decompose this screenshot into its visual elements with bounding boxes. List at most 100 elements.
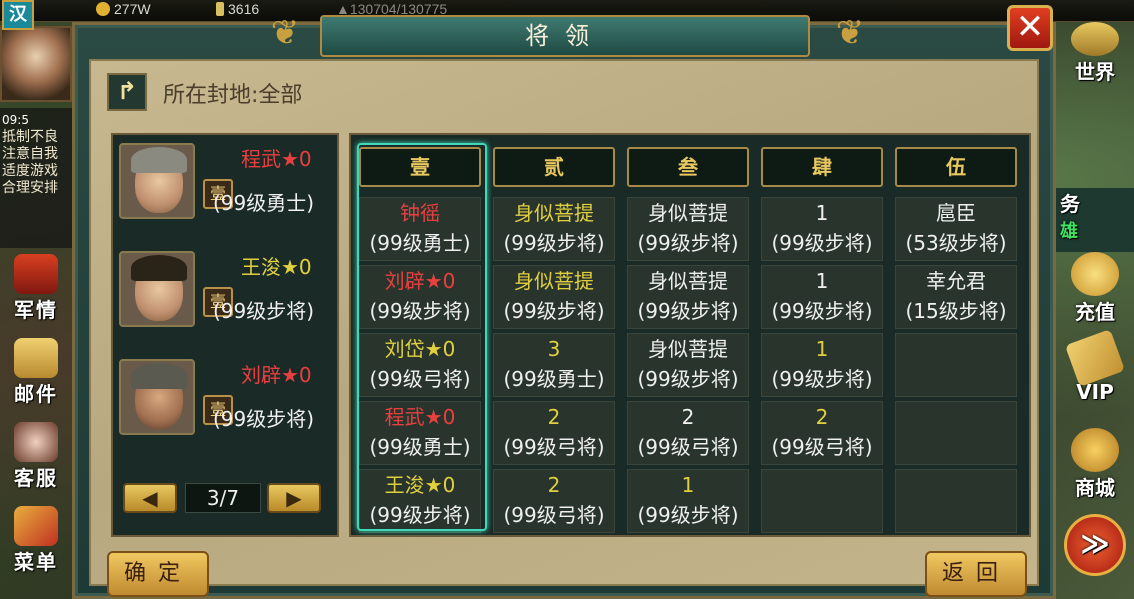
formation-cell[interactable]: 程武★0 (99级勇士) xyxy=(359,401,481,465)
turn-back-button[interactable]: ↱ xyxy=(107,73,147,111)
turn-back-icon: ↱ xyxy=(116,77,138,105)
formation-cell[interactable]: 身似菩提 (99级步将) xyxy=(493,265,615,329)
column-header-1[interactable]: 壹 xyxy=(359,147,481,187)
general-list-item[interactable]: 壹 程武★0 (99级勇士) xyxy=(113,139,337,245)
military-intel-label: 军情 xyxy=(14,298,58,322)
formation-cell[interactable] xyxy=(761,469,883,533)
mail-label: 邮件 xyxy=(14,382,58,406)
prev-arrow-icon: ◀ xyxy=(142,486,158,510)
task-panel[interactable]: 务 雄 xyxy=(1056,188,1134,252)
formation-cell[interactable]: 扈臣 (53级步将) xyxy=(895,197,1017,261)
cell-general-name: 1 xyxy=(681,473,695,497)
formation-cell[interactable]: 身似菩提 (99级步将) xyxy=(627,265,749,329)
support-button[interactable]: 客服 xyxy=(0,416,72,494)
vip-button[interactable]: VIP xyxy=(1056,329,1134,404)
formation-cell[interactable]: 2 (99级弓将) xyxy=(493,469,615,533)
formation-cell[interactable] xyxy=(895,401,1017,465)
notice-line: 合理安排 xyxy=(2,180,58,196)
prev-page-button[interactable]: ◀ xyxy=(123,483,177,513)
gold-coin-icon xyxy=(96,2,110,16)
cell-general-name: 刘岱★0 xyxy=(384,337,456,361)
cell-general-name: 身似菩提 xyxy=(514,269,594,293)
formation-grid-panel: 壹 贰 叁 肆 伍 钟徭 (99级勇士) 刘辟★0 (99级步将) 刘岱★0 (99级弓将… xyxy=(349,133,1031,537)
formation-cell[interactable]: 1 (99级步将) xyxy=(761,265,883,329)
dialog-title: 将领 xyxy=(320,15,810,57)
general-star: ★0 xyxy=(281,255,312,279)
military-intel-button[interactable]: 军情 xyxy=(0,248,72,326)
cell-general-level: (99级弓将) xyxy=(503,503,605,527)
gold-amount: 277W xyxy=(114,1,151,17)
formation-cell[interactable]: 2 (99级弓将) xyxy=(493,401,615,465)
return-button[interactable]: 返回 xyxy=(925,551,1027,597)
general-list-item[interactable]: 壹 王浚★0 (99级步将) xyxy=(113,247,337,353)
cell-general-name: 扈臣 xyxy=(936,201,976,225)
general-name-text: 程武 xyxy=(241,147,281,171)
formation-cell[interactable]: 刘辟★0 (99级步将) xyxy=(359,265,481,329)
formation-cell[interactable]: 刘岱★0 (99级弓将) xyxy=(359,333,481,397)
column-header-2[interactable]: 贰 xyxy=(493,147,615,187)
menu-button[interactable]: 菜单 xyxy=(0,500,72,578)
cell-general-name: 幸允君 xyxy=(926,269,986,293)
cell-general-level: (99级步将) xyxy=(369,503,471,527)
general-star: ★0 xyxy=(281,363,312,387)
menu-icon xyxy=(14,506,58,546)
cell-general-level: (99级弓将) xyxy=(637,435,739,459)
recharge-label: 充值 xyxy=(1075,300,1115,324)
column-header-4[interactable]: 肆 xyxy=(761,147,883,187)
formation-cell[interactable]: 幸允君 (15级步将) xyxy=(895,265,1017,329)
recharge-button[interactable]: 充值 xyxy=(1056,252,1134,325)
general-list-item[interactable]: 壹 刘辟★0 (99级步将) xyxy=(113,355,337,461)
formation-cell[interactable]: 1 (99级步将) xyxy=(761,333,883,397)
formation-cell[interactable]: 2 (99级弓将) xyxy=(627,401,749,465)
support-label: 客服 xyxy=(14,466,58,490)
cell-general-name: 身似菩提 xyxy=(648,201,728,225)
world-button[interactable]: 世界 xyxy=(1056,22,1134,85)
title-ornament-left-icon: ❦ xyxy=(270,13,300,53)
player-avatar[interactable] xyxy=(0,26,72,102)
fief-filter-label: 所在封地:全部 xyxy=(163,83,303,108)
formation-cell[interactable]: 3 (99级勇士) xyxy=(493,333,615,397)
formation-cell[interactable] xyxy=(895,333,1017,397)
general-level: (99级步将) xyxy=(213,299,315,323)
formation-cell[interactable]: 1 (99级步将) xyxy=(627,469,749,533)
formation-cell[interactable]: 1 (99级步将) xyxy=(761,197,883,261)
dialog-body: ↱ 所在封地:全部 壹 程武★0 (99级勇士) 壹 王浚★0 (99级步将) … xyxy=(89,59,1039,597)
cell-general-level: (15级步将) xyxy=(905,299,1007,323)
cell-general-level: (99级步将) xyxy=(369,299,471,323)
formation-cell[interactable]: 身似菩提 (99级步将) xyxy=(627,333,749,397)
next-page-button[interactable]: ▶ xyxy=(267,483,321,513)
cell-general-level: (99级弓将) xyxy=(369,367,471,391)
country-flag: 汉 xyxy=(2,0,34,30)
formation-cell[interactable]: 王浚★0 (99级步将) xyxy=(359,469,481,533)
task-label: 务 xyxy=(1060,192,1080,216)
confirm-button[interactable]: 确定 xyxy=(107,551,209,597)
formation-cell[interactable] xyxy=(895,469,1017,533)
column-header-5[interactable]: 伍 xyxy=(895,147,1017,187)
mail-icon xyxy=(14,338,58,378)
left-sidebar: 汉 09:5 抵制不良 注意自我 适度游戏 合理安排 军情 邮件 客服 菜单 xyxy=(0,0,72,599)
cell-general-level: (99级步将) xyxy=(503,299,605,323)
mail-button[interactable]: 邮件 xyxy=(0,332,72,410)
cell-general-level: (99级弓将) xyxy=(771,435,873,459)
formation-cell[interactable]: 身似菩提 (99级步将) xyxy=(627,197,749,261)
cell-general-level: (99级弓将) xyxy=(503,435,605,459)
cell-general-name: 2 xyxy=(681,405,695,429)
cell-general-name: 2 xyxy=(815,405,829,429)
cell-general-level: (99级步将) xyxy=(771,299,873,323)
task-sub-label: 雄 xyxy=(1060,221,1078,242)
formation-cell[interactable]: 2 (99级弓将) xyxy=(761,401,883,465)
cell-general-name: 3 xyxy=(547,337,561,361)
next-arrow-icon: ▶ xyxy=(286,486,302,510)
cell-general-name: 2 xyxy=(547,473,561,497)
cell-general-name: 身似菩提 xyxy=(648,269,728,293)
fast-forward-icon: ≫ xyxy=(1064,514,1126,576)
shop-button[interactable]: 商城 xyxy=(1056,428,1134,501)
formation-cell[interactable]: 身似菩提 (99级步将) xyxy=(493,197,615,261)
food-icon xyxy=(216,2,224,16)
vip-card-icon xyxy=(1064,329,1126,387)
close-button[interactable]: ✕ xyxy=(1007,5,1053,51)
column-header-3[interactable]: 叁 xyxy=(627,147,749,187)
general-portrait xyxy=(119,251,195,327)
formation-cell[interactable]: 钟徭 (99级勇士) xyxy=(359,197,481,261)
fast-forward-button[interactable]: ≫ xyxy=(1056,514,1134,576)
